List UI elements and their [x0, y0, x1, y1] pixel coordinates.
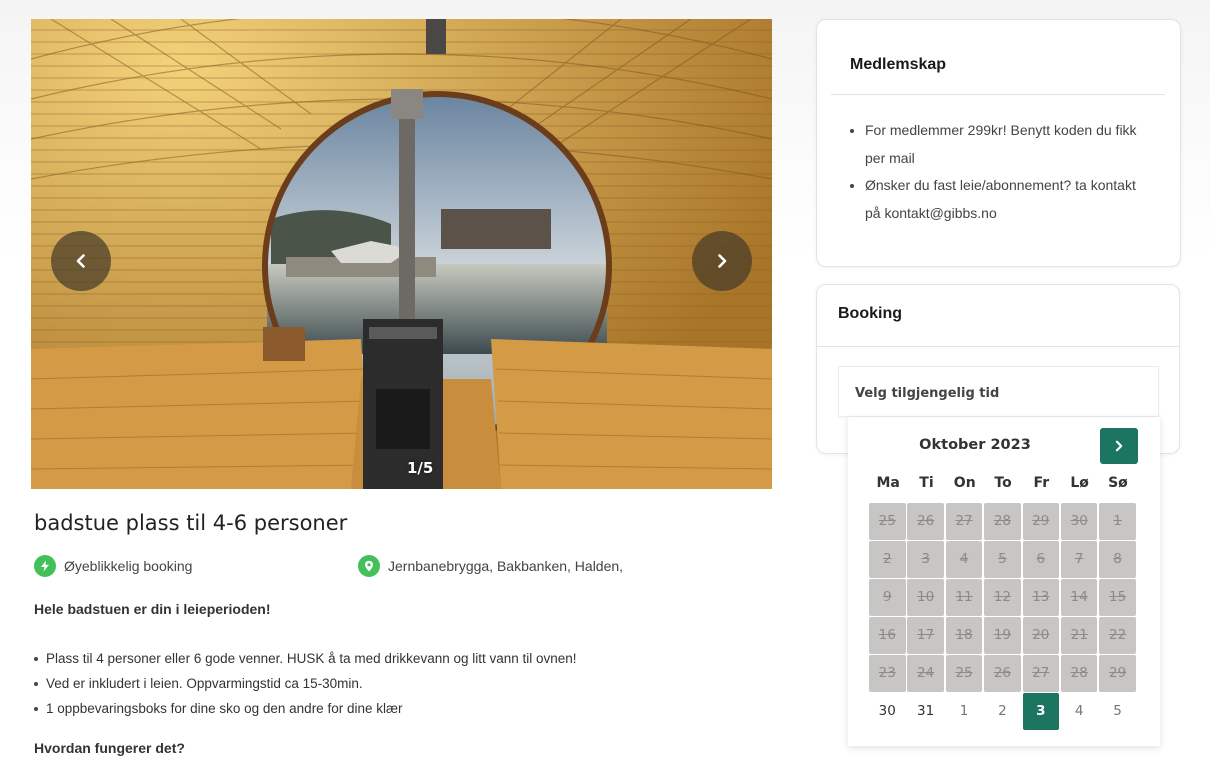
calendar-day: 26 — [984, 655, 1021, 692]
calendar-day-selected[interactable]: 3 — [1022, 693, 1060, 730]
description-heading: Hele badstuen er din i leieperioden! — [34, 601, 271, 617]
calendar-day: 29 — [1022, 503, 1060, 540]
instant-booking-label: Øyeblikkelig booking — [64, 558, 193, 574]
lightning-icon — [34, 555, 56, 577]
calendar-day: 21 — [1060, 617, 1098, 654]
calendar-day: 16 — [869, 617, 906, 654]
calendar-day: 8 — [1099, 541, 1136, 578]
list-item: For medlemmer 299kr! Benytt koden du fik… — [848, 117, 1148, 172]
calendar-day: 26 — [907, 503, 944, 540]
instant-booking-badge: Øyeblikkelig booking — [34, 555, 192, 577]
calendar-day: 22 — [1099, 617, 1136, 654]
calendar-days: 25 26 27 28 29 30 1 2 3 4 5 6 7 8 9 10 11 12 13 14 15 16 17 18 1… — [869, 503, 1139, 730]
weekday-label: Ma — [876, 475, 900, 491]
gallery-next-button[interactable] — [692, 231, 752, 291]
calendar-day: 3 — [907, 541, 944, 578]
calendar-day: 2 — [869, 541, 906, 578]
divider — [817, 346, 1179, 347]
calendar-day: 12 — [984, 579, 1021, 616]
list-item: 1 oppbevaringsboks for dine sko og den a… — [34, 700, 577, 725]
calendar-day: 13 — [1022, 579, 1060, 616]
gallery-photo — [31, 19, 772, 489]
chevron-right-icon — [1115, 440, 1123, 452]
gallery-counter: 1/5 — [407, 459, 434, 477]
weekday-label: Fr — [1033, 475, 1050, 491]
calendar-day: 5 — [984, 541, 1021, 578]
calendar-day: 1 — [1099, 503, 1136, 540]
calendar-day[interactable]: 5 — [1099, 693, 1136, 730]
weekday-label: Ti — [919, 475, 934, 491]
chevron-left-icon — [76, 254, 85, 268]
chevron-right-icon — [718, 254, 727, 268]
calendar-weekdays: Ma Ti On To Fr Lø Sø — [869, 475, 1137, 491]
location: Jernbanebrygga, Bakbanken, Halden, — [358, 555, 623, 577]
calendar-day[interactable]: 30 — [869, 693, 906, 730]
select-time-dropdown[interactable]: Velg tilgjengelig tid — [838, 366, 1159, 417]
calendar-month: Oktober 2023 — [919, 437, 1031, 453]
membership-list: For medlemmer 299kr! Benytt koden du fik… — [848, 117, 1148, 227]
calendar-day[interactable]: 4 — [1061, 693, 1098, 730]
date-picker: Oktober 2023 Ma Ti On To Fr Lø Sø 25 26 27… — [848, 417, 1160, 746]
booking-title: Booking — [838, 305, 902, 322]
calendar-day: 19 — [984, 617, 1021, 654]
weekday-label: Sø — [1108, 475, 1128, 491]
membership-card: Medlemskap For medlemmer 299kr! Benytt k… — [816, 19, 1181, 267]
calendar-day: 15 — [1099, 579, 1136, 616]
calendar-day[interactable]: 2 — [984, 693, 1021, 730]
calendar-day: 27 — [945, 503, 983, 540]
calendar-day: 27 — [1022, 655, 1060, 692]
divider — [831, 94, 1165, 95]
calendar-next-month-button[interactable] — [1100, 428, 1138, 464]
calendar-day: 7 — [1060, 541, 1098, 578]
calendar-day: 14 — [1060, 579, 1098, 616]
membership-title: Medlemskap — [850, 56, 947, 73]
calendar-day[interactable]: 31 — [907, 693, 944, 730]
calendar-day: 6 — [1022, 541, 1060, 578]
how-it-works-heading: Hvordan fungerer det? — [34, 740, 185, 756]
listing-title: badstue plass til 4-6 personer — [34, 511, 348, 535]
gallery-prev-button[interactable] — [51, 231, 111, 291]
location-label: Jernbanebrygga, Bakbanken, Halden, — [388, 558, 624, 574]
calendar-day: 25 — [945, 655, 983, 692]
calendar-day: 20 — [1022, 617, 1060, 654]
calendar-day: 11 — [945, 579, 983, 616]
calendar-day: 17 — [907, 617, 944, 654]
image-gallery[interactable]: 1/5 — [31, 19, 772, 489]
calendar-day: 9 — [869, 579, 906, 616]
calendar-day: 28 — [984, 503, 1021, 540]
list-item: Plass til 4 personer eller 6 gode venner… — [34, 650, 577, 675]
map-pin-icon — [358, 555, 380, 577]
list-item: Ønsker du fast leie/abonnement? ta konta… — [848, 172, 1148, 227]
calendar-day: 29 — [1099, 655, 1136, 692]
calendar-day: 24 — [907, 655, 944, 692]
calendar-day[interactable]: 1 — [946, 693, 983, 730]
calendar-day: 23 — [869, 655, 906, 692]
weekday-label: On — [953, 475, 976, 491]
weekday-label: Lø — [1070, 475, 1089, 491]
calendar-day: 4 — [945, 541, 983, 578]
weekday-label: To — [994, 475, 1012, 491]
calendar-day: 28 — [1060, 655, 1098, 692]
calendar-day: 10 — [907, 579, 944, 616]
calendar-day: 18 — [945, 617, 983, 654]
feature-list: Plass til 4 personer eller 6 gode venner… — [34, 650, 577, 725]
calendar-day: 30 — [1060, 503, 1098, 540]
list-item: Ved er inkludert i leien. Oppvarmingstid… — [34, 675, 577, 700]
calendar-day: 25 — [869, 503, 906, 540]
